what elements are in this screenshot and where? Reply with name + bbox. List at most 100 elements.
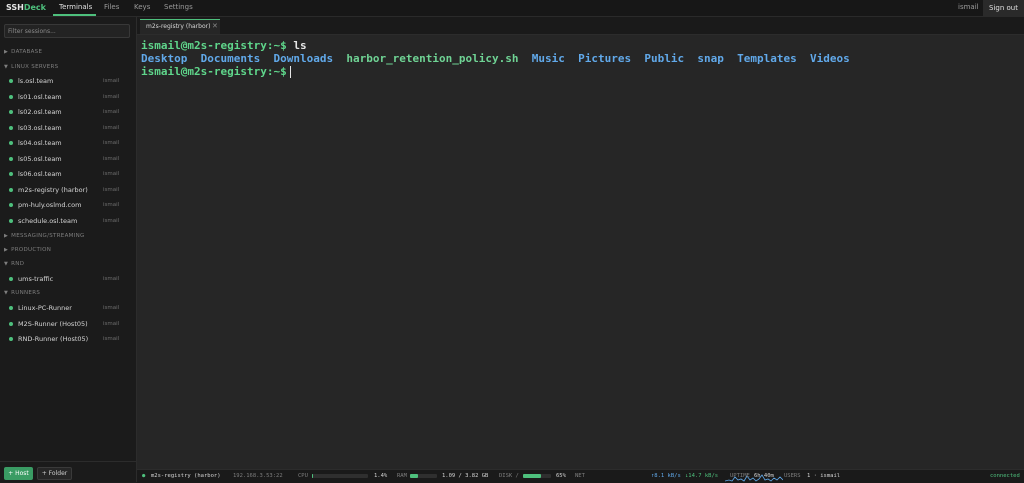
ram-bar-fill: [410, 474, 418, 478]
tab-settings[interactable]: Settings: [164, 3, 193, 11]
chevron-right-icon: ▶: [4, 233, 9, 239]
ram-bar: [410, 474, 437, 478]
host-name: RND-Runner (Host05): [18, 335, 89, 343]
group-label: RUNNERS: [11, 290, 41, 296]
status-dot: [9, 157, 13, 161]
host-user: ismail: [103, 171, 120, 177]
host-name: m2s-registry (harbor): [18, 186, 88, 194]
chevron-down-icon: ▼: [4, 64, 9, 70]
sidebar-item-host[interactable]: ls.osl.team ismail: [0, 74, 136, 88]
filter-sessions-input[interactable]: Filter sessions...: [4, 24, 130, 38]
ls-entry: Public: [644, 52, 685, 65]
status-dot: [9, 277, 13, 281]
status-host: m2s-registry (harbor): [151, 473, 221, 479]
host-name: ls02.osl.team: [18, 108, 62, 116]
sidebar-item-host[interactable]: Linux-PC-Runner ismail: [0, 301, 136, 315]
status-dot: [9, 172, 13, 176]
terminal-prompt: ismail@m2s-registry:~$: [141, 65, 287, 78]
group-production[interactable]: ▶ PRODUCTION: [4, 247, 51, 253]
tab-keys[interactable]: Keys: [134, 3, 150, 11]
status-dot: [9, 219, 13, 223]
sidebar-item-host[interactable]: schedule.osl.team ismail: [0, 214, 136, 228]
ls-entry: Downloads: [273, 52, 334, 65]
terminal-cursor: [289, 66, 291, 78]
group-label: MESSAGING/STREAMING: [11, 233, 85, 239]
host-name: ls05.osl.team: [18, 155, 62, 163]
sidebar-item-host[interactable]: m2s-registry (harbor) ismail: [0, 183, 136, 197]
status-dot: [9, 306, 13, 310]
net-down-value: ↑8.1 kB/s: [651, 473, 681, 479]
ls-entry: Pictures: [578, 52, 632, 65]
host-user: ismail: [103, 305, 120, 311]
brand-accent: Deck: [23, 3, 46, 12]
brand-main: SSH: [6, 3, 24, 12]
terminal[interactable]: ismail@m2s-registry:~$ ls Desktop Docume…: [137, 35, 1024, 469]
sidebar-item-host[interactable]: M2S-Runner (Host05) ismail: [0, 317, 136, 331]
sidebar-item-host[interactable]: pm-huly.oslmd.com ismail: [0, 198, 136, 212]
status-ip: 192.168.3.53:22: [233, 473, 283, 479]
active-tab-indicator: [53, 14, 96, 16]
status-dot: [9, 188, 13, 192]
status-bar: ● m2s-registry (harbor) 192.168.3.53:22 …: [137, 469, 1024, 483]
group-linux-servers[interactable]: ▼ LINUX SERVERS: [4, 64, 58, 70]
disk-bar-fill: [523, 474, 542, 478]
status-dot: [9, 203, 13, 207]
host-name: ls01.osl.team: [18, 93, 62, 101]
group-database[interactable]: ▶ DATABASE: [4, 49, 42, 55]
host-name: Linux-PC-Runner: [18, 304, 72, 312]
tab-files[interactable]: Files: [104, 3, 119, 11]
ls-entry: Documents: [200, 52, 261, 65]
host-user: ismail: [103, 321, 120, 327]
status-dot: [9, 337, 13, 341]
terminal-line: ismail@m2s-registry:~$: [141, 65, 291, 78]
sidebar-item-host[interactable]: ls01.osl.team ismail: [0, 90, 136, 104]
sidebar-item-host[interactable]: ls03.osl.team ismail: [0, 121, 136, 135]
current-user: ismail: [958, 3, 979, 11]
host-name: schedule.osl.team: [18, 217, 78, 225]
host-user: ismail: [103, 109, 120, 115]
add-folder-button[interactable]: + Folder: [37, 467, 72, 480]
session-tab[interactable]: m2s-registry (harbor) ✕: [140, 19, 220, 34]
terminal-line: ismail@m2s-registry:~$ ls: [141, 39, 307, 52]
status-dot: [9, 322, 13, 326]
group-label: LINUX SERVERS: [11, 64, 59, 70]
terminal-prompt: ismail@m2s-registry:~$: [141, 39, 287, 52]
sidebar: Filter sessions... ▶ DATABASE ▼ LINUX SERV…: [0, 17, 137, 482]
group-label: RND: [11, 261, 25, 267]
group-rnd[interactable]: ▼ RND: [4, 261, 24, 267]
sidebar-item-host[interactable]: RND-Runner (Host05) ismail: [0, 332, 136, 346]
host-name: ums-traffic: [18, 275, 54, 283]
group-label: PRODUCTION: [11, 247, 52, 253]
close-icon[interactable]: ✕: [212, 22, 218, 30]
uptime-label: UPTIME: [730, 473, 750, 479]
sidebar-item-host[interactable]: ls04.osl.team ismail: [0, 136, 136, 150]
disk-label: DISK /: [499, 473, 519, 479]
status-dot: [9, 95, 13, 99]
sidebar-item-host[interactable]: ums-traffic ismail: [0, 272, 136, 286]
session-tab-bar: m2s-registry (harbor) ✕: [137, 17, 1024, 35]
sidebar-item-host[interactable]: ls06.osl.team ismail: [0, 167, 136, 181]
sidebar-footer: + Host + Folder: [0, 461, 136, 483]
session-tab-label: m2s-registry (harbor): [146, 23, 211, 30]
cpu-bar: [312, 474, 368, 478]
ls-entry: Desktop: [141, 52, 188, 65]
status-dot: [9, 141, 13, 145]
group-messaging-streaming[interactable]: ▶ MESSAGING/STREAMING: [4, 233, 85, 239]
chevron-right-icon: ▶: [4, 49, 9, 55]
status-dot: [9, 110, 13, 114]
chevron-down-icon: ▼: [4, 290, 9, 296]
group-runners[interactable]: ▼ RUNNERS: [4, 290, 40, 296]
chevron-right-icon: ▶: [4, 247, 9, 253]
host-user: ismail: [103, 202, 120, 208]
host-user: ismail: [103, 125, 120, 131]
add-host-button[interactable]: + Host: [4, 467, 33, 480]
connection-dot: ●: [142, 473, 146, 479]
tab-terminals[interactable]: Terminals: [59, 3, 92, 11]
connection-status: connected: [990, 473, 1020, 479]
terminal-command: ls: [286, 39, 307, 52]
sidebar-item-host[interactable]: ls02.osl.team ismail: [0, 105, 136, 119]
sidebar-item-host[interactable]: ls05.osl.team ismail: [0, 152, 136, 166]
cpu-value: 1.4%: [374, 473, 388, 479]
host-user: ismail: [103, 336, 120, 342]
sign-out-button[interactable]: Sign out: [983, 0, 1024, 16]
